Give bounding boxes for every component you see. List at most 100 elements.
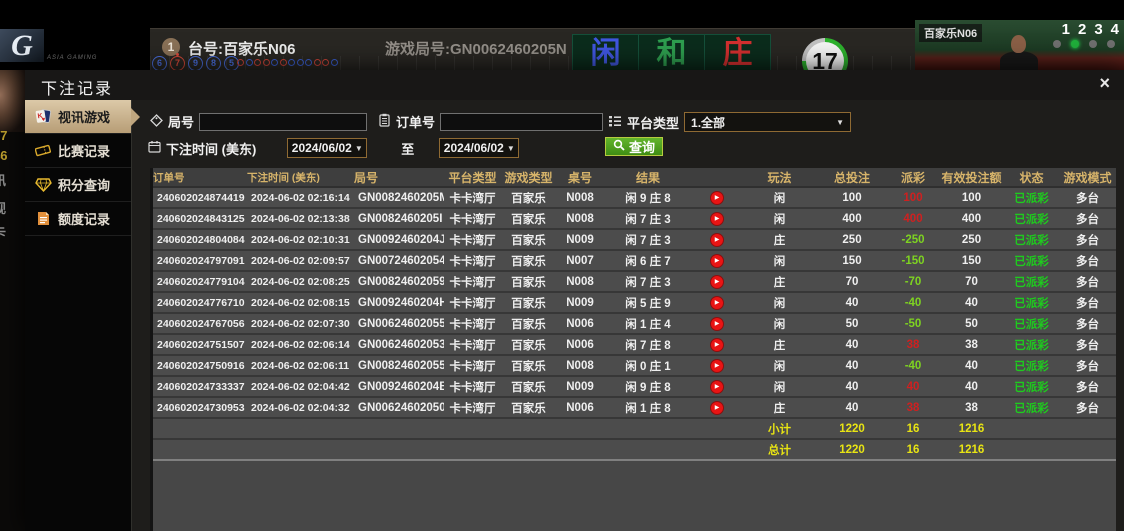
- play-type-cell: 庄: [773, 402, 786, 415]
- camera-number[interactable]: 4: [1111, 21, 1119, 38]
- table-row: 240602024779104 2024-06-02 02:08:25 GN0082…: [153, 272, 1116, 293]
- platform-select-value: 1.全部: [691, 115, 726, 130]
- replay-icon[interactable]: ▶: [692, 337, 742, 352]
- replay-icon[interactable]: ▶: [692, 379, 742, 394]
- date-to-label: 至: [401, 141, 415, 157]
- bet-panel-player[interactable]: 闲: [572, 34, 639, 72]
- table-no-cell: N009: [566, 233, 594, 246]
- ticket-icon: [34, 144, 52, 157]
- bet-time-cell: 2024-06-02 02:08:25: [251, 275, 350, 288]
- bet-time-cell: 2024-06-02 02:13:38: [251, 212, 350, 225]
- total-bet-cell: 100: [842, 191, 862, 204]
- video-thumbnail[interactable]: 百家乐N06 1234: [915, 20, 1124, 70]
- bet-panel-banker[interactable]: 庄: [704, 34, 771, 72]
- round-id-cell: GN0092460204H: [358, 296, 444, 309]
- close-icon[interactable]: ×: [1099, 73, 1110, 94]
- result-cell: 闲 7 庄 8: [625, 339, 671, 352]
- bet-panel-label: 庄: [722, 37, 753, 70]
- order-input[interactable]: [440, 112, 604, 131]
- date-to-picker[interactable]: 2024/06/02 ▼: [439, 138, 520, 158]
- round-id-cell: GN0092460204J: [358, 233, 444, 246]
- result-cell: 闲 7 庄 3: [625, 234, 671, 247]
- order-id-cell: 240602024843125: [157, 212, 245, 225]
- valid-bet-cell: 38: [965, 338, 978, 351]
- sidebar-item-quota-records[interactable]: 额度记录: [25, 202, 131, 236]
- camera-number[interactable]: 3: [1094, 21, 1102, 38]
- valid-bet-cell: 150: [961, 254, 982, 267]
- bead: [330, 59, 338, 66]
- bet-panel-label: 闲: [590, 37, 621, 70]
- game-type-cell: 百家乐: [511, 276, 546, 289]
- modal-content: 局号 订单号 平台类型 1.全部 ▼ 下注时间 (美东) 2024/06/02 …: [132, 100, 1124, 531]
- result-cell: 闲 6 庄 7: [625, 255, 671, 268]
- payout-cell: -70: [904, 275, 922, 288]
- search-icon: [613, 139, 625, 154]
- play-icon: ▶: [710, 317, 724, 331]
- bead: [245, 59, 253, 66]
- play-type-cell: 闲: [773, 318, 786, 331]
- game-type-cell: 百家乐: [511, 360, 546, 373]
- bet-panel-tie[interactable]: 和: [638, 34, 705, 72]
- order-id-cell: 240602024730953: [157, 401, 245, 414]
- round-id-cell: GN00624602055: [358, 317, 444, 330]
- bet-time-label: 下注时间 (美东): [148, 139, 256, 158]
- replay-icon[interactable]: ▶: [692, 253, 742, 268]
- bet-time-cell: 2024-06-02 02:06:14: [251, 338, 350, 351]
- sidebar-item-video-games[interactable]: K ♥ 视讯游戏: [25, 100, 140, 134]
- table-row: 240602024797091 2024-06-02 02:09:57 GN0072…: [153, 251, 1116, 272]
- total-bet-cell: 40: [845, 296, 859, 309]
- replay-icon[interactable]: ▶: [692, 400, 742, 415]
- total-bet-cell: 40: [845, 401, 859, 414]
- replay-icon[interactable]: ▶: [692, 274, 742, 289]
- camera-number[interactable]: 2: [1078, 21, 1086, 38]
- camera-number[interactable]: 1: [1062, 21, 1070, 38]
- background-glyph: 讯: [0, 170, 6, 189]
- replay-icon[interactable]: ▶: [692, 358, 742, 373]
- bead-row: [237, 59, 338, 66]
- table-row: 240602024874419 2024-06-02 02:16:14 GN0082…: [153, 188, 1116, 209]
- round-input[interactable]: [199, 112, 368, 131]
- total-bet-cell: 70: [845, 275, 859, 288]
- replay-icon[interactable]: ▶: [692, 316, 742, 331]
- platform-cell: 卡卡湾厅: [449, 213, 496, 226]
- play-icon: ▶: [710, 380, 724, 394]
- play-type-cell: 闲: [773, 381, 786, 394]
- platform-select[interactable]: 1.全部 ▼: [684, 112, 852, 132]
- background-glyph: 46: [0, 148, 8, 163]
- sidebar-item-match-records[interactable]: 比赛记录: [25, 134, 131, 168]
- bet-time-cell: 2024-06-02 02:08:15: [251, 296, 350, 309]
- table-header: 订单号 下注时间 (美东) 局号 平台类型 游戏类型 桌号 结果 玩法 总投注 派彩 有效投注额 状态…: [153, 168, 1116, 188]
- replay-icon[interactable]: ▶: [692, 190, 742, 205]
- table-no-cell: N008: [566, 275, 594, 288]
- game-type-cell: 百家乐: [511, 381, 546, 394]
- bead: [296, 59, 304, 66]
- result-cell: 闲 0 庄 1: [625, 360, 671, 373]
- dealer-face-fragment: [0, 70, 25, 132]
- payout-cell: 400: [903, 212, 923, 225]
- background-glyph: 视: [0, 198, 6, 217]
- replay-icon[interactable]: ▶: [692, 295, 742, 310]
- valid-bet-cell: 40: [965, 296, 978, 309]
- total-bet-cell: 250: [842, 233, 862, 246]
- order-id-cell: 240602024751507: [157, 338, 245, 351]
- payout-cell: 40: [906, 380, 920, 393]
- table-row: 240602024776710 2024-06-02 02:08:15 GN0092…: [153, 293, 1116, 314]
- game-type-cell: 百家乐: [511, 213, 546, 226]
- bead: [262, 59, 270, 66]
- round-id-cell: GN0082460205I: [358, 212, 443, 225]
- summary-row: 总计 1220 16 1216: [153, 440, 1116, 461]
- play-icon: ▶: [710, 254, 724, 268]
- camera-dot: [1089, 40, 1097, 48]
- payout-cell: -250: [901, 233, 925, 246]
- game-mode-cell: 多台: [1076, 339, 1099, 352]
- replay-icon[interactable]: ▶: [692, 211, 742, 226]
- status-cell: 已派彩: [1014, 297, 1049, 310]
- date-from-picker[interactable]: 2024/06/02 ▼: [287, 138, 368, 158]
- query-button[interactable]: 查询: [605, 137, 664, 156]
- replay-icon[interactable]: ▶: [692, 232, 742, 247]
- sidebar-item-label: 视讯游戏: [58, 110, 111, 125]
- bead: [305, 59, 312, 66]
- sidebar-item-points-query[interactable]: 积分查询: [25, 168, 131, 202]
- round-id-cell: GN0082460205M: [358, 191, 444, 204]
- payout-cell: -150: [901, 254, 925, 267]
